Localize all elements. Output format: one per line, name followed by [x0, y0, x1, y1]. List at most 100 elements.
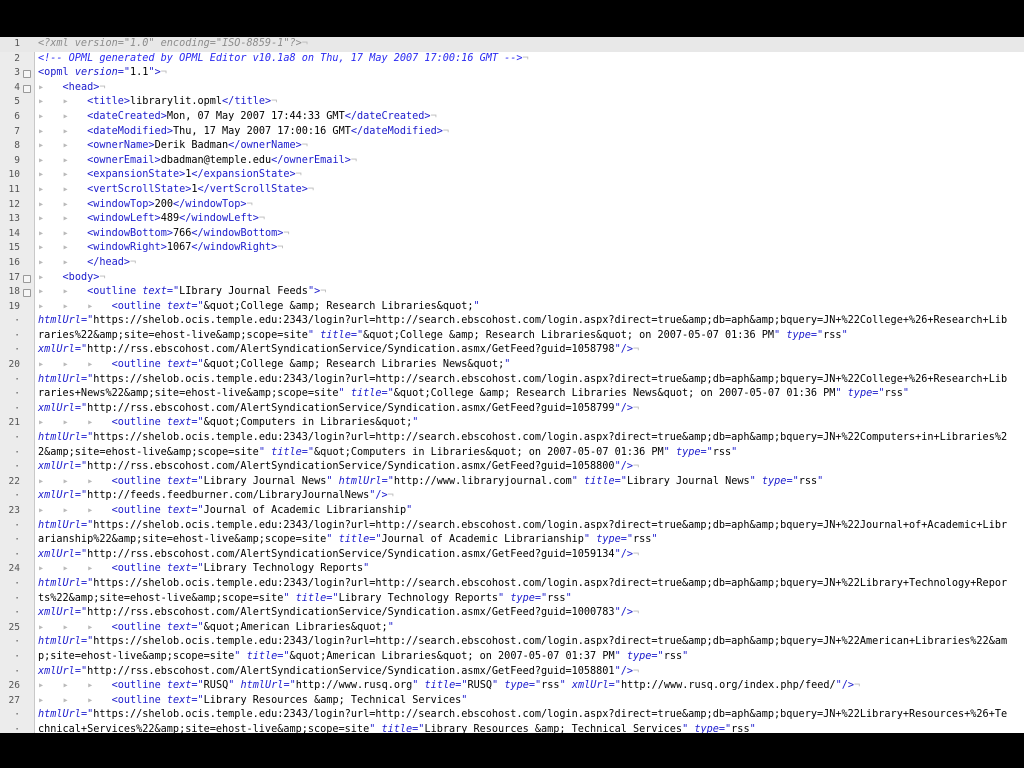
line-text: ▸ ▸ <ownerEmail>dbadman@temple.edu</owne…	[38, 154, 357, 169]
code-line[interactable]: 11 ▸ ▸ <vertScrollState>1</vertScrollStat…	[0, 183, 1024, 198]
tab-marker-icon: ▸	[62, 96, 88, 108]
code-line[interactable]: · xmlUrl="http://rss.ebscohost.com/AlertS…	[0, 548, 1024, 563]
code-line[interactable]: · htmlUrl="https://shelob.ocis.temple.edu…	[0, 314, 1024, 329]
code-line[interactable]: · htmlUrl="https://shelob.ocis.temple.edu…	[0, 708, 1024, 723]
fold-toggle-icon[interactable]	[23, 70, 31, 79]
code-line[interactable]: 21 ▸ ▸ ▸ <outline text="&quot;Computers i…	[0, 416, 1024, 431]
code-line[interactable]: · xmlUrl="http://rss.ebscohost.com/AlertS…	[0, 606, 1024, 621]
token-val: https://shelob.ocis.temple.edu:2343/logi…	[93, 519, 1008, 531]
token-tag: "/>	[614, 402, 633, 414]
tab-marker-icon: ▸	[62, 286, 88, 298]
token-tag: ="	[74, 548, 88, 560]
code-line[interactable]: · htmlUrl="https://shelob.ocis.temple.edu…	[0, 635, 1024, 650]
code-line[interactable]: 12 ▸ ▸ <windowTop>200</windowTop>¬	[0, 198, 1024, 213]
token-val: raries+News%22&amp;site=ehost-live&amp;s…	[38, 388, 339, 400]
code-line[interactable]: · htmlUrl="https://shelob.ocis.temple.edu…	[0, 373, 1024, 388]
token-tag: </ownerEmail>	[271, 154, 351, 166]
tab-marker-icon: ▸	[62, 680, 88, 692]
code-line[interactable]: 6 ▸ ▸ <dateCreated>Mon, 07 May 2007 17:44…	[0, 110, 1024, 125]
token-attr: title	[271, 446, 302, 458]
code-line[interactable]: · htmlUrl="https://shelob.ocis.temple.edu…	[0, 431, 1024, 446]
token-tag: ="	[80, 373, 94, 385]
tab-marker-icon: ▸	[62, 110, 88, 122]
code-line[interactable]: · 2&amp;site=ehost-live&amp;scope=site" t…	[0, 446, 1024, 461]
token-invis: ¬	[522, 52, 529, 64]
code-line[interactable]: 3 <opml version="1.1">¬	[0, 66, 1024, 81]
token-attr: text	[166, 417, 192, 429]
tab-marker-icon: ▸	[38, 213, 63, 225]
code-line[interactable]: 13 ▸ ▸ <windowLeft>489</windowLeft>¬	[0, 212, 1024, 227]
code-line[interactable]: 27 ▸ ▸ ▸ <outline text="Library Resources…	[0, 694, 1024, 709]
fold-toggle-icon[interactable]	[23, 274, 31, 283]
code-line[interactable]: · raries+News%22&amp;site=ehost-live&amp;…	[0, 387, 1024, 402]
token-val: https://shelob.ocis.temple.edu:2343/logi…	[93, 709, 1008, 721]
code-line[interactable]: 15 ▸ ▸ <windowRight>1067</windowRight>¬	[0, 241, 1024, 256]
token-tag: ="	[191, 475, 204, 487]
code-line[interactable]: 8 ▸ ▸ <ownerName>Derik Badman</ownerName>…	[0, 139, 1024, 154]
code-line[interactable]: · xmlUrl="http://rss.ebscohost.com/AlertS…	[0, 402, 1024, 417]
code-line[interactable]: 19 ▸ ▸ ▸ <outline text="&quot;College &am…	[0, 300, 1024, 315]
code-line[interactable]: 24 ▸ ▸ ▸ <outline text="Library Technolog…	[0, 562, 1024, 577]
token-attr: type	[786, 329, 811, 341]
token-tag: </dateModified>	[350, 125, 443, 137]
token-attr: type	[675, 446, 701, 458]
token-tag: ="	[80, 577, 94, 589]
code-line[interactable]: 26 ▸ ▸ ▸ <outline text="RUSQ" htmlUrl="ht…	[0, 679, 1024, 694]
tab-marker-icon: ▸	[62, 242, 88, 254]
token-tag: "	[559, 680, 572, 692]
token-val: &quot;College &amp; Research Libraries N…	[393, 388, 836, 400]
code-editor[interactable]: 1 <?xml version="1.0" encoding="ISO-8859-…	[0, 37, 1024, 733]
token-val: RUSQ	[467, 680, 493, 692]
token-val: Mon, 07 May 2007 17:44:33 GMT	[166, 110, 345, 122]
token-tag: "	[902, 388, 910, 400]
code-line[interactable]: 17 ▸ <body>¬	[0, 271, 1024, 286]
code-line[interactable]: 4 ▸ <head>¬	[0, 81, 1024, 96]
code-line[interactable]: 2 <!-- OPML generated by OPML Editor v10.…	[0, 52, 1024, 67]
token-tag: </windowBottom>	[191, 227, 284, 239]
fold-toggle-icon[interactable]	[23, 84, 31, 93]
token-tag: "	[663, 446, 676, 458]
token-tag: ="	[326, 592, 339, 604]
tab-marker-icon: ▸	[38, 694, 63, 706]
code-line[interactable]: 20 ▸ ▸ ▸ <outline text="&quot;College &am…	[0, 358, 1024, 373]
token-tag: "	[571, 475, 584, 487]
code-line[interactable]: · p;site=ehost-live&amp;scope=site" title…	[0, 650, 1024, 665]
code-line[interactable]: 18 ▸ ▸ <outline text="LIbrary Journal Fee…	[0, 285, 1024, 300]
code-line[interactable]: 10 ▸ ▸ <expansionState>1</expansionState>…	[0, 168, 1024, 183]
code-line[interactable]: 23 ▸ ▸ ▸ <outline text="Journal of Academ…	[0, 504, 1024, 519]
code-line[interactable]: · xmlUrl="http://feeds.feedburner.com/Lib…	[0, 489, 1024, 504]
token-val: RUSQ	[203, 680, 229, 692]
line-number: ·	[14, 592, 20, 604]
code-line[interactable]: 5 ▸ ▸ <title>librarylit.opml</title>¬	[0, 95, 1024, 110]
fold-toggle-icon[interactable]	[23, 289, 31, 298]
code-line[interactable]: 25 ▸ ▸ ▸ <outline text="&quot;American Li…	[0, 621, 1024, 636]
token-tag: ="	[191, 680, 204, 692]
code-line[interactable]: 9 ▸ ▸ <ownerEmail>dbadman@temple.edu</own…	[0, 154, 1024, 169]
code-line[interactable]: 14 ▸ ▸ <windowBottom>766</windowBottom>¬	[0, 227, 1024, 242]
code-line[interactable]: · ts%22&amp;site=ehost-live&amp;scope=sit…	[0, 592, 1024, 607]
tab-marker-icon: ▸	[62, 125, 88, 137]
token-val: librarylit.opml	[130, 96, 223, 108]
line-text: ▸ <head>¬	[38, 81, 106, 96]
code-line[interactable]: · htmlUrl="https://shelob.ocis.temple.edu…	[0, 519, 1024, 534]
code-line[interactable]: 16 ▸ ▸ </head>¬	[0, 256, 1024, 271]
code-line[interactable]: · chnical+Services%22&amp;site=ehost-live…	[0, 723, 1024, 733]
code-line[interactable]: 22 ▸ ▸ ▸ <outline text="Library Journal N…	[0, 475, 1024, 490]
token-attr: title	[381, 723, 413, 733]
line-text: xmlUrl="http://rss.ebscohost.com/AlertSy…	[38, 665, 639, 680]
code-line[interactable]: · arianship%22&amp;site=ehost-live&amp;sc…	[0, 533, 1024, 548]
line-number: ·	[14, 723, 20, 733]
token-tag: </head>	[87, 256, 131, 268]
code-line[interactable]: · xmlUrl="http://rss.ebscohost.com/AlertS…	[0, 665, 1024, 680]
token-attr: xmlUrl	[38, 402, 75, 414]
code-line[interactable]: · raries%22&amp;site=ehost-live&amp;scope…	[0, 329, 1024, 344]
code-line[interactable]: · xmlUrl="http://rss.ebscohost.com/AlertS…	[0, 343, 1024, 358]
token-tag: ="	[718, 723, 732, 733]
code-area[interactable]: 1 <?xml version="1.0" encoding="ISO-8859-…	[0, 37, 1024, 733]
code-line[interactable]: · xmlUrl="http://rss.ebscohost.com/AlertS…	[0, 460, 1024, 475]
code-line[interactable]: 7 ▸ ▸ <dateModified>Thu, 17 May 2007 17:0…	[0, 125, 1024, 140]
code-line[interactable]: · htmlUrl="https://shelob.ocis.temple.edu…	[0, 577, 1024, 592]
token-invis: ¬	[130, 256, 137, 268]
token-tag: "	[492, 680, 505, 692]
code-line[interactable]: 1 <?xml version="1.0" encoding="ISO-8859-…	[0, 37, 1024, 52]
